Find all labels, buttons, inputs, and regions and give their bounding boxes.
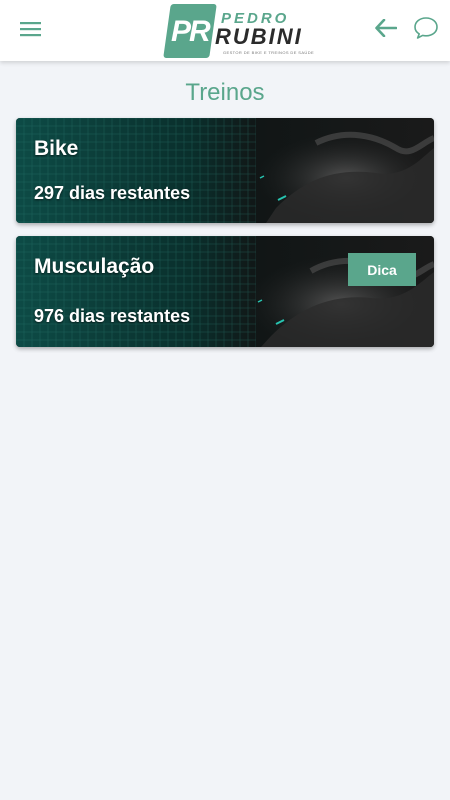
app-bar: PR PEDRO RUBINI GESTOR DE BIKE E TREINOS… xyxy=(0,0,450,61)
tip-button[interactable]: Dica xyxy=(348,253,416,286)
hamburger-menu-icon xyxy=(20,21,42,42)
back-button[interactable] xyxy=(372,16,400,44)
remaining-days: 976 dias restantes xyxy=(34,306,191,326)
workout-card-musculacao[interactable]: Musculação Dica 976 dias restantes xyxy=(16,236,434,347)
workout-title: Bike xyxy=(34,137,79,160)
logo-tagline: GESTOR DE BIKE E TREINOS DE SAÚDE xyxy=(223,50,315,55)
workout-card-bike[interactable]: Bike 297 dias restantes xyxy=(16,118,434,223)
logo-last-name: RUBINI xyxy=(215,24,303,49)
remaining-days: 297 dias restantes xyxy=(34,183,191,203)
menu-button[interactable] xyxy=(12,12,50,50)
arrow-left-icon xyxy=(375,18,398,42)
logo-initials: PR xyxy=(171,15,211,48)
chat-button[interactable] xyxy=(410,14,442,46)
chat-bubble-icon xyxy=(413,16,439,45)
workout-title: Musculação xyxy=(34,255,155,278)
brand-logo: PR PEDRO RUBINI GESTOR DE BIKE E TREINOS… xyxy=(163,4,314,58)
card-background-image xyxy=(16,118,434,223)
page-title: Treinos xyxy=(185,79,265,106)
